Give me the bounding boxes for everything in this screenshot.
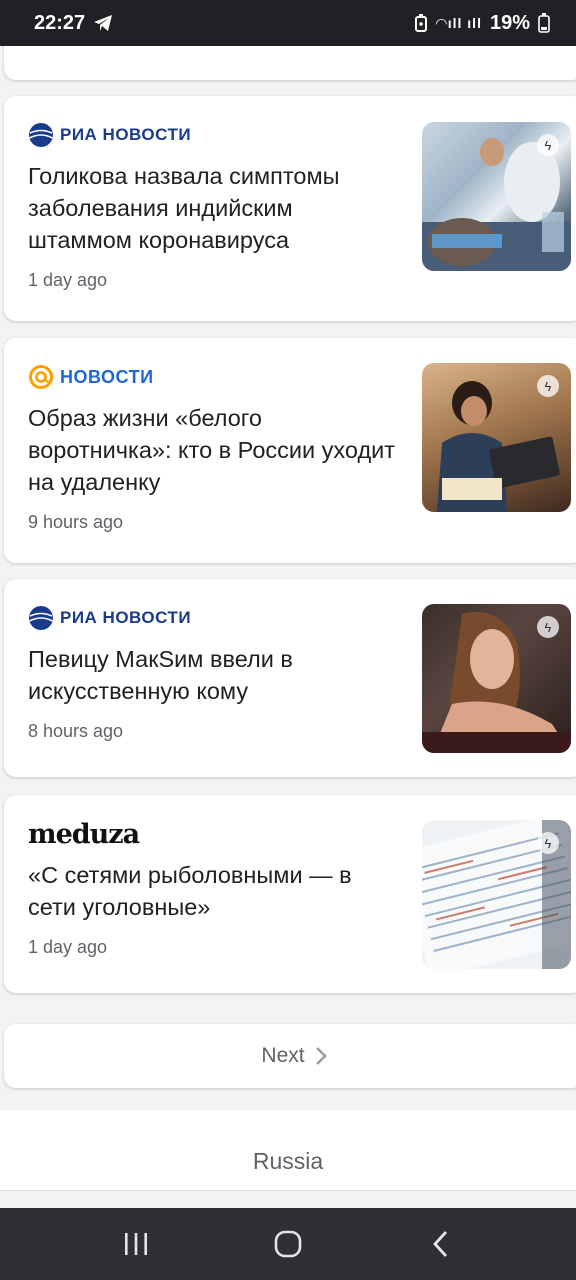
next-label: Next — [261, 1044, 305, 1067]
story-headline[interactable]: Голикова назвала симптомы заболевания ин… — [28, 160, 398, 256]
story-headline[interactable]: Певицу МакSим ввели в искусственную кому — [28, 643, 398, 707]
chevron-right-icon — [315, 1047, 327, 1065]
story-thumbnail[interactable]: ϟ — [422, 363, 571, 512]
region-footer[interactable]: Russia — [0, 1110, 576, 1190]
battery-percent: 19% — [489, 11, 530, 34]
story-thumbnail[interactable]: ϟ — [422, 122, 571, 271]
home-icon — [274, 1230, 302, 1258]
amp-icon: ϟ — [537, 832, 559, 854]
source-ria: РИА НОВОСТИ — [28, 120, 191, 150]
status-time: 22:27 — [34, 11, 86, 34]
ria-logo-icon — [29, 123, 53, 147]
story-headline[interactable]: Образ жизни «белого воротничка»: кто в Р… — [28, 402, 398, 498]
story-card[interactable]: РИА НОВОСТИ Певицу МакSим ввели в искусс… — [4, 579, 576, 777]
battery-saver-icon — [414, 14, 427, 32]
story-thumbnail[interactable]: ϟ — [422, 820, 571, 969]
region-label: Russia — [252, 1148, 324, 1174]
source-name: РИА НОВОСТИ — [60, 608, 192, 627]
source-name: РИА НОВОСТИ — [60, 125, 192, 144]
battery-icon — [538, 13, 550, 33]
recent-apps-button[interactable] — [106, 1214, 166, 1274]
home-button[interactable] — [258, 1214, 318, 1274]
telegram-icon — [94, 15, 113, 31]
back-icon — [433, 1231, 448, 1257]
mail-at-logo-icon — [29, 365, 53, 389]
source-meduza: meduza — [28, 818, 140, 850]
source-name: meduza — [28, 818, 140, 850]
story-headline[interactable]: «С сетями рыболовными — в сети уголовные… — [28, 859, 398, 923]
status-time-group: 22:27 — [34, 12, 113, 35]
system-navigation-bar — [0, 1208, 576, 1280]
footer-divider — [0, 1190, 576, 1191]
source-name: НОВОСТИ — [60, 366, 154, 387]
story-thumbnail[interactable]: ϟ — [422, 604, 571, 753]
story-time: 9 hours ago — [28, 512, 124, 532]
status-bar: 22:27 ◠ıll ıll 19% — [0, 0, 576, 46]
recent-apps-icon — [125, 1233, 147, 1255]
story-card[interactable]: НОВОСТИ Образ жизни «белого воротничка»:… — [4, 338, 576, 563]
story-time: 1 day ago — [28, 937, 108, 957]
amp-icon: ϟ — [537, 134, 559, 156]
story-card[interactable]: meduza «С сетями рыболовными — в сети уг… — [4, 795, 576, 993]
status-right: ◠ıll ıll 19% — [414, 12, 550, 35]
next-page-button[interactable]: Next — [4, 1024, 576, 1088]
signal-icon: ◠ıll ıll — [435, 14, 482, 31]
amp-icon: ϟ — [537, 616, 559, 638]
ria-logo-icon — [29, 606, 53, 630]
story-time: 1 day ago — [28, 270, 108, 290]
source-mail: НОВОСТИ — [28, 362, 154, 392]
source-ria: РИА НОВОСТИ — [28, 603, 191, 633]
back-button[interactable] — [410, 1214, 470, 1274]
amp-icon: ϟ — [537, 375, 559, 397]
story-card[interactable]: РИА НОВОСТИ Голикова назвала симптомы за… — [4, 96, 576, 321]
story-time: 8 hours ago — [28, 721, 124, 741]
